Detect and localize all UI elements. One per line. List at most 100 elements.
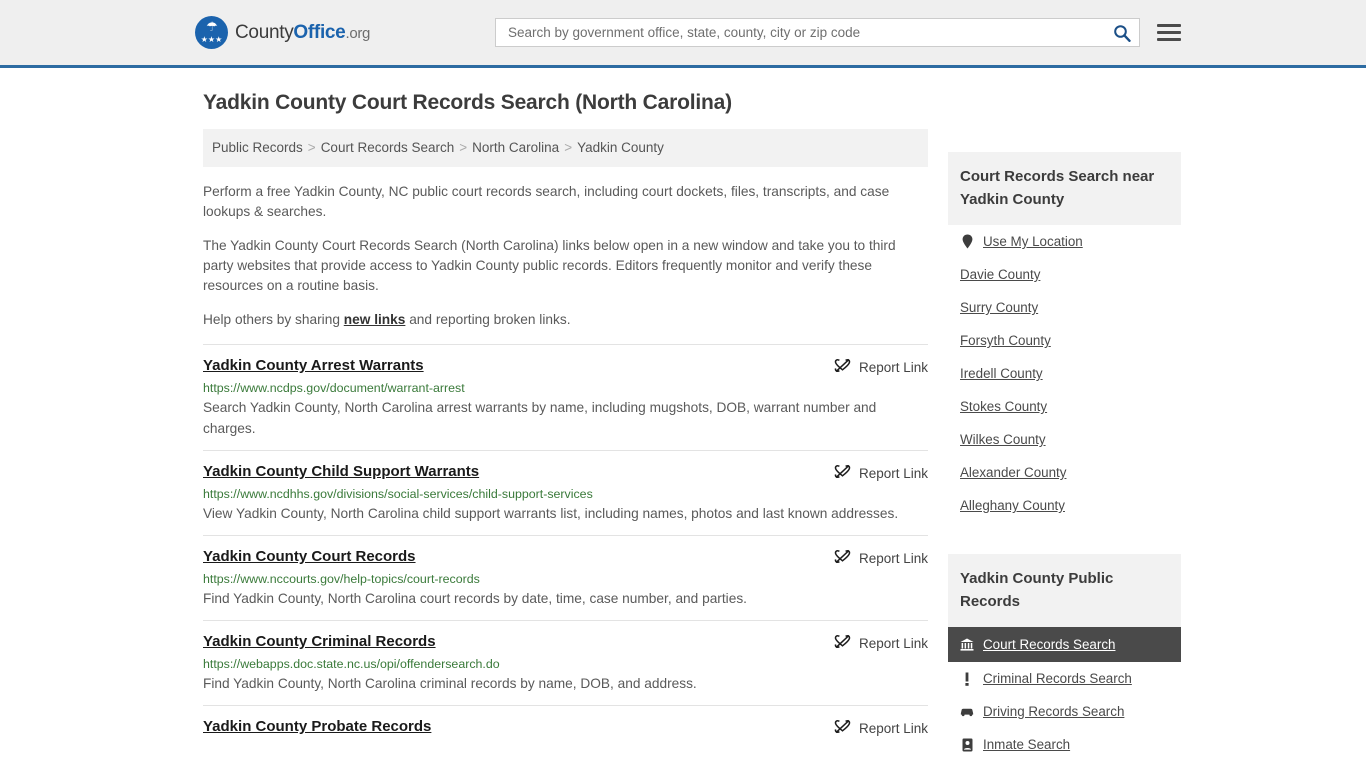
report-link-button[interactable]: Report Link: [834, 463, 928, 482]
report-link-label: Report Link: [858, 720, 928, 736]
sidebar-item-label[interactable]: Wilkes County: [960, 432, 1046, 447]
logo-text-part1: County: [235, 21, 294, 43]
search-box[interactable]: [495, 18, 1140, 47]
logo-text: CountyOffice.org: [235, 22, 370, 44]
page-title: Yadkin County Court Records Search (Nort…: [203, 91, 732, 114]
report-link-button[interactable]: Report Link: [834, 718, 928, 737]
page-body: Yadkin County Court Records Search (Nort…: [0, 91, 1366, 768]
courthouse-icon: [960, 638, 974, 651]
sidebar-item-label[interactable]: Stokes County: [960, 399, 1047, 414]
search-input[interactable]: [506, 24, 1113, 41]
sidebar: Court Records Search near Yadkin County …: [948, 129, 1181, 768]
new-links-link[interactable]: new links: [344, 312, 406, 327]
result-url: https://www.nccourts.gov/help-topics/cou…: [203, 572, 480, 586]
sidebar-item-label[interactable]: Court Records Search: [983, 637, 1115, 652]
broken-link-icon: [834, 464, 851, 482]
sidebar-item-alexander-county[interactable]: Alexander County: [948, 456, 1181, 489]
result-description: Search Yadkin County, North Carolina arr…: [203, 400, 877, 436]
report-link-label: Report Link: [858, 635, 928, 651]
sidebar-item-stokes-county[interactable]: Stokes County: [948, 390, 1181, 423]
sidebar-item-alleghany-county[interactable]: Alleghany County: [948, 489, 1181, 522]
breadcrumb-separator: >: [307, 140, 316, 155]
sidebar-public-records-list: Court Records Search Criminal Records Se…: [948, 627, 1181, 768]
result-description: Find Yadkin County, North Carolina crimi…: [203, 676, 697, 691]
sidebar-item-driving-records-search[interactable]: Driving Records Search: [948, 695, 1181, 728]
breadcrumb-separator: >: [459, 140, 468, 155]
result-title-link[interactable]: Yadkin County Court Records: [203, 548, 416, 565]
report-link-button[interactable]: Report Link: [834, 548, 928, 567]
result-url: https://www.ncdhhs.gov/divisions/social-…: [203, 487, 593, 501]
sidebar-nearby-title: Court Records Search near Yadkin County: [948, 152, 1181, 225]
report-link-button[interactable]: Report Link: [834, 633, 928, 652]
content-row: Public Records > Court Records Search > Nort…: [203, 129, 1181, 768]
sidebar-item-label[interactable]: Surry County: [960, 300, 1038, 315]
sidebar-item-label[interactable]: Alexander County: [960, 465, 1066, 480]
result-header: Yadkin County Criminal Records Report Li…: [203, 633, 928, 652]
breadcrumb: Public Records > Court Records Search > Nort…: [203, 129, 928, 167]
result-title-link[interactable]: Yadkin County Criminal Records: [203, 633, 436, 650]
result-title-link[interactable]: Yadkin County Arrest Warrants: [203, 357, 424, 374]
sidebar-item-label[interactable]: Inmate Search: [983, 737, 1070, 752]
sidebar-item-davie-county[interactable]: Davie County: [948, 258, 1181, 291]
intro-p3-after: and reporting broken links.: [405, 312, 571, 327]
main-column: Public Records > Court Records Search > Nort…: [203, 129, 928, 748]
report-link-label: Report Link: [858, 550, 928, 566]
sidebar-item-label[interactable]: Driving Records Search: [983, 704, 1124, 719]
result-title-link[interactable]: Yadkin County Child Support Warrants: [203, 463, 479, 480]
sidebar-item-label[interactable]: Forsyth County: [960, 333, 1051, 348]
broken-link-icon: [834, 634, 851, 652]
breadcrumb-item-north-carolina[interactable]: North Carolina: [472, 140, 559, 155]
sidebar-item-label[interactable]: Use My Location: [983, 234, 1083, 249]
breadcrumb-item-public-records[interactable]: Public Records: [212, 140, 303, 155]
breadcrumb-item-court-records-search[interactable]: Court Records Search: [321, 140, 455, 155]
sidebar-item-use-my-location[interactable]: Use My Location: [948, 225, 1181, 258]
sidebar-nearby-list: Use My Location Davie County Surry Count…: [948, 225, 1181, 522]
sidebar-item-criminal-records-search[interactable]: Criminal Records Search: [948, 662, 1181, 695]
id-card-icon: [960, 738, 974, 752]
sidebar-item-wilkes-county[interactable]: Wilkes County: [948, 423, 1181, 456]
site-logo[interactable]: ☂ ★★★ CountyOffice.org: [195, 16, 370, 49]
broken-link-icon: [834, 719, 851, 737]
result-url: https://webapps.doc.state.nc.us/opi/offe…: [203, 657, 500, 671]
logo-text-part3: .org: [345, 24, 371, 42]
sidebar-item-forsyth-county[interactable]: Forsyth County: [948, 324, 1181, 357]
intro-paragraph-3: Help others by sharing new links and rep…: [203, 310, 928, 330]
intro-paragraph-2: The Yadkin County Court Records Search (…: [203, 238, 896, 293]
sidebar-item-label[interactable]: Alleghany County: [960, 498, 1065, 513]
intro-paragraph-1: Perform a free Yadkin County, NC public …: [203, 184, 890, 219]
broken-link-icon: [834, 549, 851, 567]
result-item: Yadkin County Criminal Records Report Li…: [203, 620, 928, 705]
search-icon[interactable]: [1113, 24, 1131, 42]
result-item: Yadkin County Arrest Warrants Report Lin…: [203, 344, 928, 450]
map-pin-icon: [960, 234, 974, 249]
report-link-button[interactable]: Report Link: [834, 357, 928, 376]
result-header: Yadkin County Probate Records Report Lin…: [203, 718, 928, 737]
sidebar-item-jail-records-search[interactable]: Jail Records Search: [948, 761, 1181, 768]
sidebar-item-surry-county[interactable]: Surry County: [948, 291, 1181, 324]
result-header: Yadkin County Arrest Warrants Report Lin…: [203, 357, 928, 376]
sidebar-item-label[interactable]: Iredell County: [960, 366, 1043, 381]
sidebar-item-iredell-county[interactable]: Iredell County: [948, 357, 1181, 390]
sidebar-item-inmate-search[interactable]: Inmate Search: [948, 728, 1181, 761]
hamburger-menu-icon[interactable]: [1157, 24, 1181, 41]
breadcrumb-separator: >: [564, 140, 573, 155]
report-link-label: Report Link: [858, 465, 928, 481]
car-icon: [960, 706, 974, 717]
result-url: https://www.ncdps.gov/document/warrant-a…: [203, 381, 465, 395]
intro-p3-before: Help others by sharing: [203, 312, 344, 327]
exclamation-icon: [960, 672, 974, 686]
result-description: Find Yadkin County, North Carolina court…: [203, 591, 747, 606]
result-header: Yadkin County Court Records Report Link: [203, 548, 928, 567]
breadcrumb-item-yadkin-county[interactable]: Yadkin County: [577, 140, 664, 155]
result-item: Yadkin County Child Support Warrants Rep…: [203, 450, 928, 535]
intro-text: Perform a free Yadkin County, NC public …: [203, 182, 928, 330]
sidebar-public-records-title: Yadkin County Public Records: [948, 554, 1181, 627]
logo-text-part2: Office: [293, 21, 346, 43]
eagle-seal-icon: ☂ ★★★: [195, 16, 228, 49]
result-item: Yadkin County Probate Records Report Lin…: [203, 705, 928, 748]
result-title-link[interactable]: Yadkin County Probate Records: [203, 718, 431, 735]
sidebar-item-label[interactable]: Criminal Records Search: [983, 671, 1132, 686]
sidebar-item-label[interactable]: Davie County: [960, 267, 1040, 282]
sidebar-item-court-records-search[interactable]: Court Records Search: [948, 627, 1181, 662]
result-description: View Yadkin County, North Carolina child…: [203, 506, 899, 521]
